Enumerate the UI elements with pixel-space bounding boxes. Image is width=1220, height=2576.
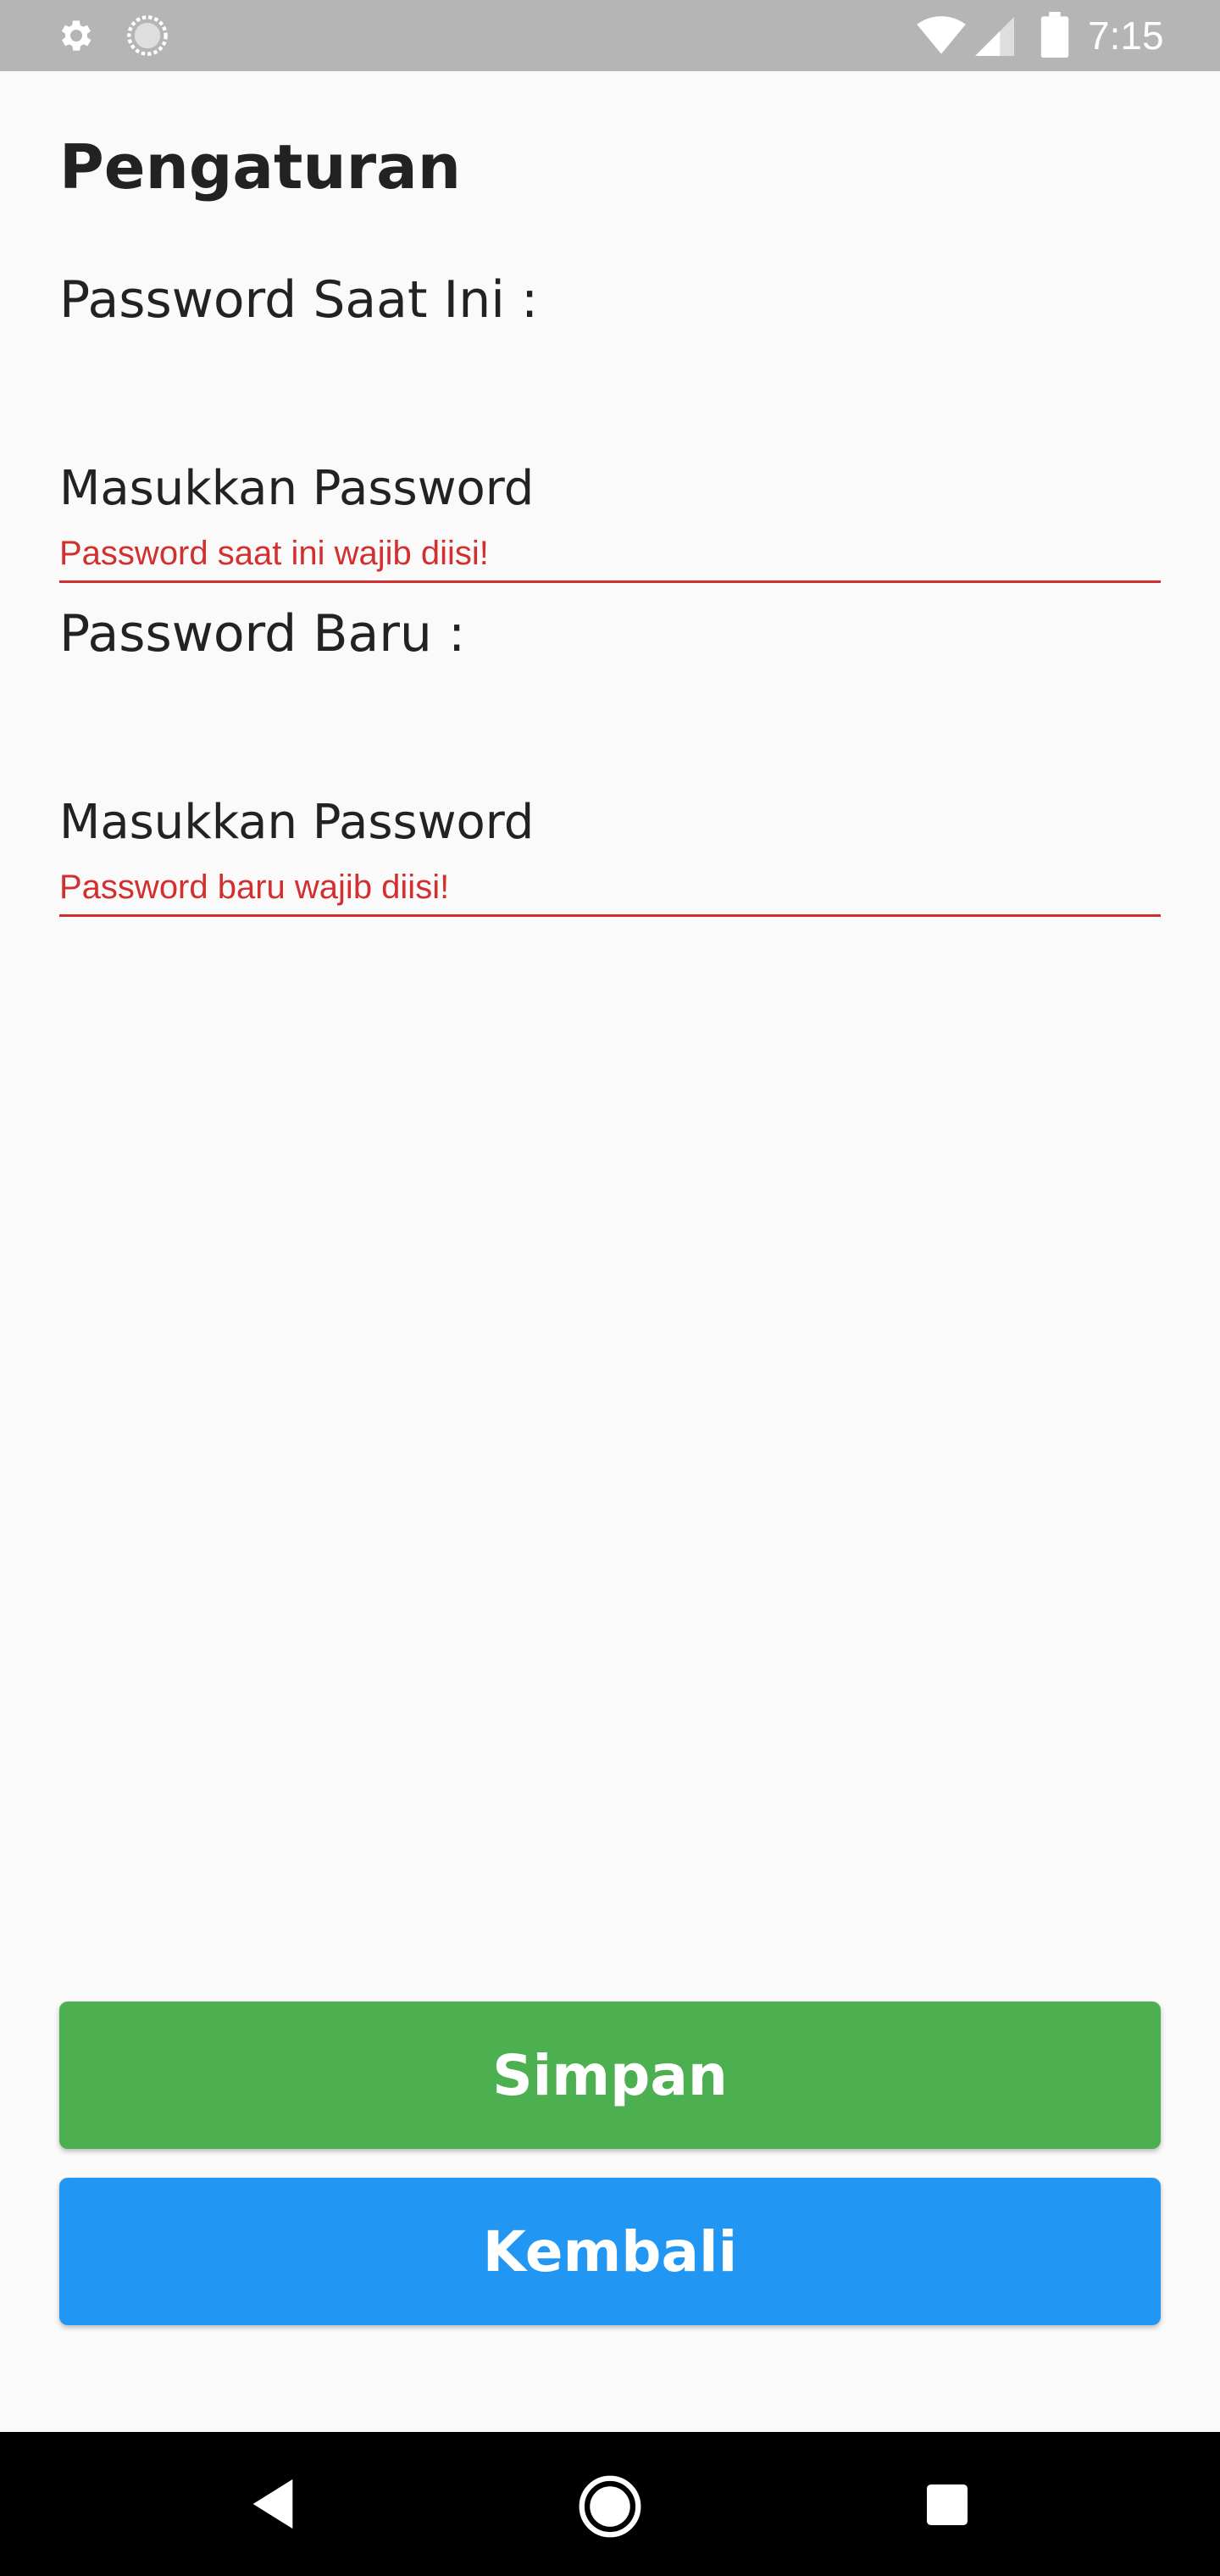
status-bar: 7:15 — [0, 0, 1220, 71]
current-password-label: Password Saat Ini : — [59, 270, 539, 330]
signal-icon — [975, 17, 1014, 56]
current-password-error: Password saat ini wajib diisi! — [59, 535, 489, 572]
sync-icon — [127, 15, 168, 56]
new-password-error: Password baru wajib diisi! — [59, 869, 450, 906]
page-title: Pengaturan — [59, 131, 462, 203]
settings-screen: Pengaturan Password Saat Ini : Password … — [0, 71, 1220, 2432]
gear-icon — [61, 20, 92, 51]
home-icon[interactable] — [578, 2474, 642, 2539]
save-button[interactable]: Simpan — [59, 2001, 1161, 2149]
back-icon[interactable] — [247, 2474, 298, 2534]
recents-icon[interactable] — [927, 2484, 968, 2525]
wifi-icon — [917, 16, 966, 54]
status-clock: 7:15 — [1088, 14, 1164, 58]
back-button[interactable]: Kembali — [59, 2178, 1161, 2325]
battery-icon — [1040, 12, 1069, 58]
navigation-bar — [0, 2432, 1220, 2576]
new-password-label: Password Baru : — [59, 604, 466, 663]
